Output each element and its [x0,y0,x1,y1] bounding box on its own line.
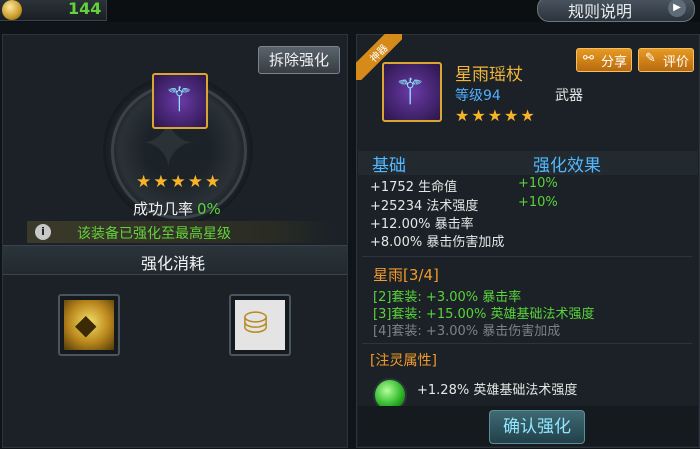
review-label: 评价 [663,55,690,70]
material-slot-gold[interactable]: ⛁ [229,294,291,356]
enhance-effect-title: 强化效果 [533,156,601,176]
edit-icon: ✎ [645,51,656,66]
divider [362,256,692,257]
item-name: 星雨瑶杖 [455,65,523,85]
cost-title: 强化消耗 [141,254,206,273]
enhance-stone-icon: ◆ [64,300,114,350]
detail-item-stars: ★★★★★ [455,106,537,125]
item-stars: ★★★★★ [136,172,223,192]
detail-item-icon: ⚚ [382,62,442,122]
stat-row: +8.00% 暴击伤害加成 [370,235,505,250]
stat-bonus: +10% [518,195,558,210]
dismantle-enhance-button[interactable]: 拆除强化 [258,46,340,74]
success-label: 成功几率 [133,200,194,218]
currency-value: 144 [68,0,102,18]
stone-glyph: ◆ [75,308,97,341]
currency-display: 144 [0,0,107,21]
staff-icon: ⚚ [164,80,195,120]
set-bonus-row: [4]套装: +3.00% 暴击伤害加成 [373,324,561,339]
item-level: 等级94 [455,88,501,104]
stat-row: +1752 生命值 [370,180,458,195]
stat-bonus: +10% [518,176,558,191]
coin-icon [2,0,22,20]
spirit-title: [注灵属性] [370,353,437,369]
cost-header: 强化消耗 [3,245,347,275]
stats-header [358,151,698,175]
coins-glyph: ⛁ [243,306,269,341]
set-title: 星雨[3/4] [373,266,439,284]
rules-label: 规则说明 [568,2,633,21]
share-button[interactable]: ⚯ 分享 [576,48,632,72]
divider [362,343,692,344]
max-star-notice: i 该装备已强化至最高星级 [27,221,331,243]
success-rate: 成功几率 0% [133,198,221,219]
spirit-text: +1.28% 英雄基础法术强度 [417,383,578,398]
notice-text: 该装备已强化至最高星级 [77,226,231,242]
material-slot-stone[interactable]: ◆ [58,294,120,356]
info-icon: i [35,224,51,240]
play-arrow-icon: ▶ [668,0,686,17]
item-type: 武器 [555,88,583,104]
review-button[interactable]: ✎ 评价 [638,48,694,72]
success-value: 0% [197,200,221,218]
staff-icon: ⚚ [394,72,427,113]
share-icon: ⚯ [583,51,594,66]
base-stats-title: 基础 [372,156,406,176]
confirm-enhance-button[interactable]: 确认强化 [489,410,585,444]
share-label: 分享 [601,55,628,70]
stat-row: +12.00% 暴击率 [370,217,474,232]
rules-button[interactable]: 规则说明 ▶ [537,0,695,22]
stat-row: +25234 法术强度 [370,199,479,214]
gold-coins-icon: ⛁ [235,300,285,350]
enhance-item-slot[interactable]: ⚚ [152,73,208,129]
